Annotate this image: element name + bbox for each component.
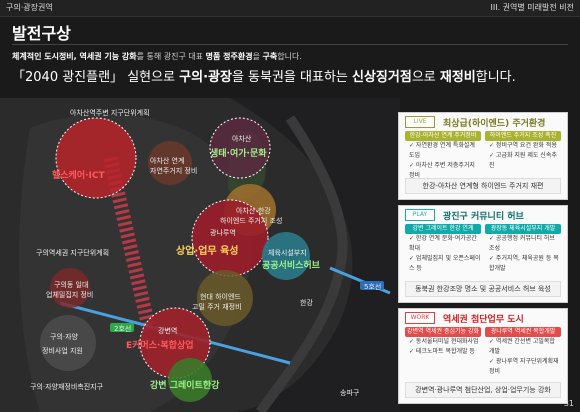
label-achasan-mid2: 자연주거지 정비: [150, 167, 198, 175]
headline-bold-3: 재정비: [439, 70, 476, 85]
label-achasan-sub: 생태·여가·문화: [210, 149, 267, 159]
panel-work-col1-item1: ✓ 동서울터미널 현대화사업: [409, 338, 479, 345]
panel-work-col2-head: 광나루역 역세권 복합개발: [485, 327, 561, 337]
label-achasan: 아차산: [232, 135, 252, 143]
label-bottom-center: 강변역: [158, 327, 178, 335]
panel-work-col2-item1: ✓ 역세권 간선변 고밀복합 개발: [489, 338, 555, 355]
panel-work: WORK 역세권 첨단업무 도시 강변역 역세권 중심기능 강화 ✓ 동서울터미…: [398, 308, 568, 404]
label-center-name: 광나루역: [210, 229, 236, 237]
subtitle-text-1: 를 통해 광진구 대표: [136, 52, 206, 61]
label-left-small: 구의동 일대: [54, 281, 89, 289]
panel-play-col2-item2: ✓ 주거지역, 체육공원 등 복합개발: [489, 255, 559, 272]
headline-bold-1: 구의·광장: [179, 70, 232, 85]
panel-work-columns: 강변역 역세권 중심기능 강화 ✓ 동서울터미널 현대화사업 ✓ 테크노마트 복…: [405, 327, 561, 379]
panel-work-summary: 강변역·광나루역 첨단산업, 상업·업무기능 강화: [405, 382, 561, 398]
panel-live: LIVE 최상급(하이엔드) 주거환경 한강-아차산 연계 주거정비 ✓ 자연환…: [398, 112, 568, 200]
panel-live-col2-item1: ✓ 정비구역 요건 완화 적용: [489, 142, 557, 149]
subtitle-bold-1: 체계적인 도시정비, 역세권 기능 강화: [12, 52, 137, 61]
label-hangang: 한강: [300, 299, 313, 307]
headline: 「2040 광진플랜」 실현으로 구의·광장을 동북권을 대표하는 신상징거점으…: [12, 66, 516, 85]
page: 구의·광장권역 III. 권역별 미래발전 비전 발전구상 체계적인 도시정비,…: [0, 0, 580, 412]
header-left: 구의·광장권역: [6, 3, 53, 12]
label-right-low2: 공공서비스허브: [262, 261, 320, 271]
panel-play-col2: 광장동 체육시설부지 개발 ✓ 공공행정 커뮤니티 허브 조성 ✓ 주거지역, …: [485, 224, 561, 276]
panel-live-col1-item1: ✓ 자연환경 연계 특화설계 도입: [409, 142, 475, 159]
panel-live-columns: 한강-아차산 연계 주거정비 ✓ 자연환경 연계 특화설계 도입 ✓ 아차산 주…: [405, 131, 561, 183]
panel-play-summary: 동북권 한강조망 명소 및 공공서비스 허브 육성: [405, 281, 561, 297]
panel-play-col2-head: 광장동 체육시설부지 개발: [485, 224, 561, 234]
label-achasan-mid: 아차산 연계: [150, 157, 185, 165]
headline-part-4: 합니다.: [475, 70, 516, 85]
label-left-plan: 구의역세권 지구단위계획: [36, 249, 110, 257]
title-divider: [12, 44, 568, 45]
district-map: 아차산역주변 지구단위계획 헬스케어·ICT 아차산 생태·여가·문화 아차산 …: [0, 98, 400, 412]
headline-bold-2: 신상징거점: [352, 70, 412, 85]
panel-live-col2-head: 하이엔드 주거지 조성 촉진: [485, 131, 561, 141]
panel-work-title: 역세권 첨단업무 도시: [443, 315, 524, 325]
label-zone-healthcare: 헬스케어·ICT: [52, 171, 105, 181]
subtitle-bold-2: 명품 정주환경: [205, 52, 253, 61]
label-right-mid2: 하이엔드 주거지 조성: [220, 217, 283, 225]
page-title: 발전구상: [12, 24, 71, 43]
headline-part-2: 을 동북권을 대표하는: [231, 70, 352, 85]
page-number: 31: [563, 399, 574, 408]
label-road-5: 5호선: [364, 283, 382, 291]
label-bottom-left2: 정비사업 지원: [42, 347, 83, 355]
panel-work-tag: WORK: [405, 312, 435, 324]
panel-play-col1-item2: ✓ 업체밀집지 및 오픈스페이스 등: [409, 255, 481, 272]
panel-play-col1-item1: ✓ 한강 연계 문화·여가공간 확대: [409, 235, 477, 252]
label-zone-ecommerce: E커머스·복합상업: [126, 341, 194, 351]
subtitle-bold-3: 구축: [262, 52, 278, 61]
label-bottom-left3: 구의·자양재정비촉진지구: [30, 383, 104, 391]
panel-work-col2: 광나루역 역세권 복합개발 ✓ 역세권 간선변 고밀복합 개발 ✓ 광나루역 지…: [485, 327, 561, 379]
panel-live-col2: 하이엔드 주거지 조성 촉진 ✓ 정비구역 요건 완화 적용 ✓ 고급화 지원 …: [485, 131, 561, 183]
panel-live-col1: 한강-아차산 연계 주거정비 ✓ 자연환경 연계 특화설계 도입 ✓ 아차산 주…: [405, 131, 481, 183]
panel-live-col2-item2: ✓ 고급화 지원 제도 신속추진: [489, 152, 557, 169]
label-bottom-green: 강변 그레이트한강: [150, 381, 220, 391]
headline-part-3: 으로: [411, 70, 440, 85]
panel-play: PLAY 광진구 커뮤니티 허브 강변 그레이트 한강 연계 ✓ 한강 연계 문…: [398, 205, 568, 303]
label-mid-low: 현대 하이엔드: [200, 293, 241, 301]
label-bottom-left: 구의·자양: [50, 333, 78, 341]
panel-work-col1-head: 강변역 역세권 중심기능 강화: [405, 327, 481, 337]
panel-work-col2-item2: ✓ 광나루역 지구단위계획재정비: [489, 358, 559, 375]
subtitle-text-3: 합니다.: [277, 52, 302, 61]
subtitle-text-2: 을: [252, 52, 263, 61]
panel-play-columns: 강변 그레이트 한강 연계 ✓ 한강 연계 문화·여가공간 확대 ✓ 업체밀집지…: [405, 224, 561, 276]
headline-part-1: 「2040 광진플랜」 실현으로: [12, 70, 180, 85]
label-songpa: 송파구: [340, 389, 360, 397]
label-line-2: 2호선: [114, 325, 132, 333]
label-right-mid: 아차산-한강: [236, 207, 271, 215]
panel-play-title: 광진구 커뮤니티 허브: [443, 212, 524, 222]
panel-play-col1: 강변 그레이트 한강 연계 ✓ 한강 연계 문화·여가공간 확대 ✓ 업체밀집지…: [405, 224, 481, 276]
panel-play-col2-item1: ✓ 공공행정 커뮤니티 허브 조성: [489, 235, 555, 252]
panel-work-col1: 강변역 역세권 중심기능 강화 ✓ 동서울터미널 현대화사업 ✓ 테크노마트 복…: [405, 327, 481, 379]
label-mid-low2: 고밀 주거 재정비: [192, 303, 242, 311]
header-right: III. 권역별 미래발전 비전: [490, 3, 575, 12]
panel-play-col1-head: 강변 그레이트 한강 연계: [405, 224, 481, 234]
panel-live-col1-head: 한강-아차산 연계 주거정비: [405, 131, 481, 141]
label-center: 상업·업무 육성: [176, 246, 239, 257]
panel-play-tag: PLAY: [405, 209, 435, 221]
label-top-plan: 아차산역주변 지구단위계획: [70, 109, 150, 117]
panel-live-tag: LIVE: [405, 116, 435, 128]
label-left-small2: 업체밀집지 정비: [46, 291, 94, 299]
top-bar: 구의·광장권역 III. 권역별 미래발전 비전: [0, 0, 580, 17]
subtitle: 체계적인 도시정비, 역세권 기능 강화를 통해 광진구 대표 명품 정주환경을…: [12, 51, 302, 62]
label-right-low: 체육시설부지: [268, 249, 307, 257]
panel-live-title: 최상급(하이엔드) 주거환경: [443, 119, 546, 129]
panel-live-summary: 한강-아차산 연계형 하이엔드 주거지 재편: [405, 178, 561, 194]
panel-work-col1-item2: ✓ 테크노마트 복합개발 등: [409, 348, 475, 355]
